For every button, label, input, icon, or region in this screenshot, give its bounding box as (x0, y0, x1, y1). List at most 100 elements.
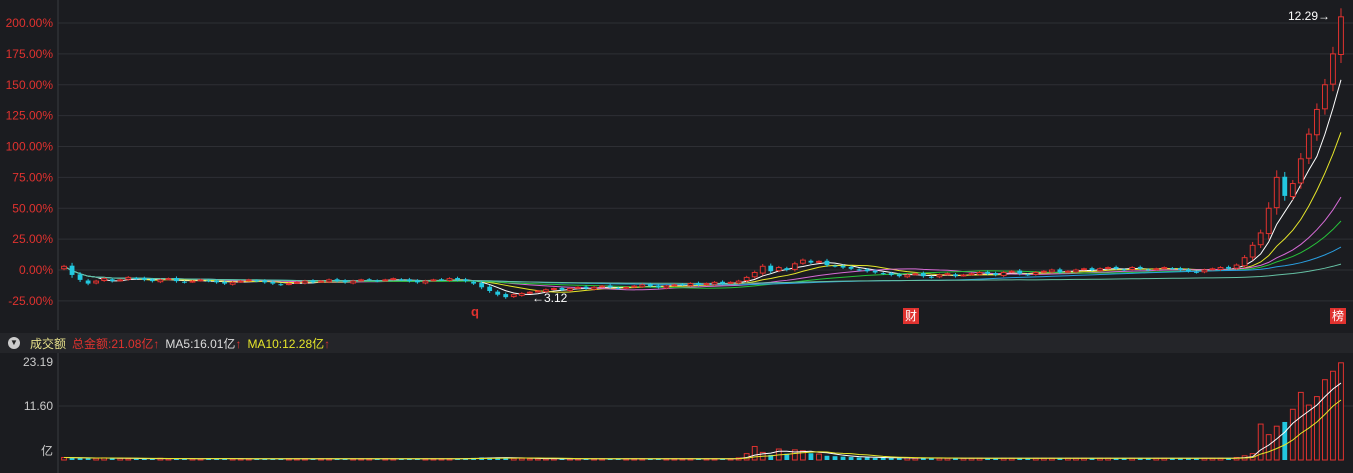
low-price-label: ←3.12 (532, 291, 568, 305)
candle (479, 282, 485, 288)
candle (1249, 244, 1256, 258)
candle (1297, 158, 1304, 184)
candle (117, 279, 124, 282)
candle (197, 279, 204, 282)
candle (1073, 269, 1079, 273)
y-tick-label: 50.00% (12, 201, 53, 215)
ma20-line (63, 196, 1342, 291)
candle (414, 280, 420, 283)
total-amount: 总金额:21.08亿↑ (72, 335, 159, 352)
candle (1305, 133, 1312, 159)
price-chart[interactable]: 200.00% 175.00% 150.00% 125.00% 100.00% 75.00… (0, 0, 1353, 473)
volume-bar (1305, 404, 1312, 461)
candle (1137, 266, 1143, 269)
candle (1065, 270, 1071, 273)
candle (1322, 84, 1328, 110)
candle (791, 263, 798, 270)
candle (406, 279, 412, 282)
candle (510, 294, 517, 298)
candle (985, 271, 991, 274)
candle (623, 286, 630, 289)
marker-q[interactable]: q (471, 304, 479, 319)
candle (1089, 268, 1095, 270)
candle (1057, 269, 1063, 273)
volume-bar (93, 457, 100, 461)
candle (1209, 268, 1216, 271)
candle (101, 278, 108, 281)
candle (302, 280, 308, 284)
candle (294, 281, 300, 284)
candle (270, 281, 276, 284)
candle (1040, 270, 1047, 273)
vol-tick-label: 11.60 (24, 399, 53, 413)
volume-title[interactable]: 成交额 (30, 335, 66, 352)
candle (245, 279, 252, 282)
candle (1017, 270, 1023, 274)
candle (575, 286, 581, 289)
candle (872, 270, 878, 273)
candle (1048, 269, 1055, 273)
collapse-icon[interactable]: ▼ (8, 337, 20, 349)
up-arrow-icon: ↑ (153, 336, 160, 351)
candle (896, 274, 902, 277)
candle (1201, 269, 1208, 273)
candle (503, 294, 509, 298)
candle (1121, 269, 1127, 271)
candle (189, 280, 196, 283)
candle (455, 278, 460, 280)
candle (953, 274, 958, 277)
candle (1289, 183, 1296, 198)
candle (254, 280, 260, 282)
candle (944, 273, 951, 276)
candle (703, 283, 710, 286)
candle (1257, 232, 1264, 246)
candle (976, 271, 983, 275)
ma5-line (63, 79, 1342, 295)
volume-bar (1322, 379, 1328, 461)
candle (93, 280, 100, 284)
volume-header: ▼ 成交额 总金额:21.08亿↑ MA5:16.01亿↑ MA10:12.28… (0, 333, 1353, 353)
volume-bar (1265, 434, 1272, 461)
candle (647, 284, 653, 287)
volume-bar (1338, 362, 1344, 461)
ma10-line (63, 132, 1342, 293)
total-amount-text: 总金额:21.08亿 (72, 336, 154, 351)
candle (1185, 269, 1191, 272)
candle (1217, 267, 1224, 270)
candle (390, 278, 397, 281)
vol-tick-label: 亿 (41, 443, 53, 458)
candle (382, 279, 389, 282)
volume-bar (808, 453, 814, 460)
candle (784, 268, 790, 270)
candle (1241, 257, 1248, 267)
candle (141, 278, 147, 280)
candle (310, 280, 316, 283)
vol-ma10-line (64, 399, 1342, 460)
candle (430, 279, 437, 282)
candle (799, 259, 806, 264)
marker-ranking-badge[interactable]: 榜 (1330, 308, 1346, 324)
candle (735, 280, 742, 284)
ma5-value: MA5:16.01亿↑ (165, 335, 241, 352)
candle (663, 285, 670, 289)
candle (968, 273, 975, 276)
candle (607, 285, 613, 288)
vol-ma5-line (64, 382, 1342, 460)
candle (904, 274, 911, 278)
marker-finance-badge[interactable]: 财 (903, 308, 919, 324)
ma10-value: MA10:12.28亿↑ (247, 335, 330, 352)
candle (775, 267, 782, 272)
volume-bar (816, 453, 822, 461)
ma10-text: MA10:12.28亿 (247, 336, 325, 351)
candle (1226, 266, 1231, 269)
candle (182, 281, 187, 283)
candle (366, 279, 372, 281)
candle (165, 278, 172, 281)
high-price-label: 12.29→ (1288, 9, 1330, 23)
candle (671, 284, 678, 287)
candle (174, 278, 179, 282)
candle (1194, 271, 1199, 273)
candle (1273, 176, 1280, 209)
candle (1161, 267, 1168, 270)
candle (1313, 108, 1320, 136)
